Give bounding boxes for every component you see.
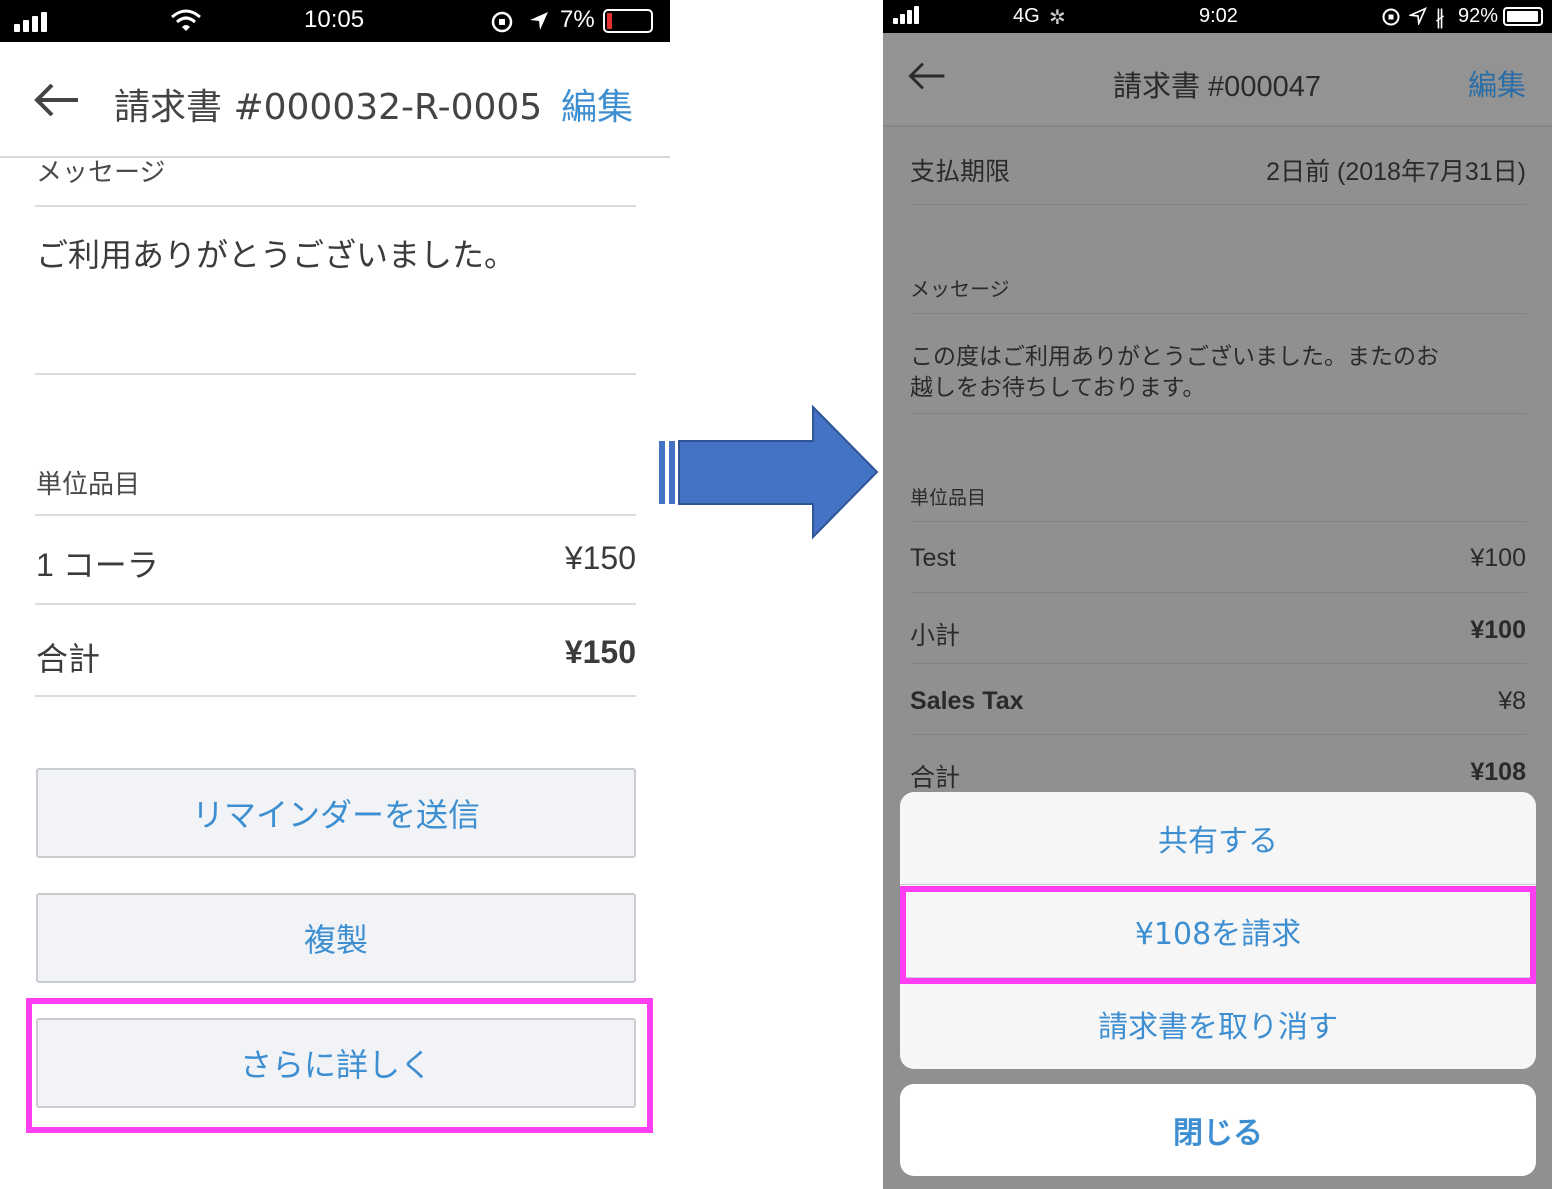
divider [910,204,1526,205]
transition-arrow-icon [659,405,879,540]
total-value: ¥108 [1470,758,1526,786]
orientation-lock-icon [491,11,513,33]
divider [35,695,636,697]
send-reminder-button[interactable]: リマインダーを送信 [36,768,636,858]
cancel-invoice-button[interactable]: 請求書を取り消す [900,978,1536,1070]
location-icon [530,12,548,30]
duplicate-button[interactable]: 複製 [36,893,636,983]
message-text: ご利用ありがとうございました。 [36,237,517,273]
items-label: 単位品目 [910,488,987,509]
page-title: 請求書 #000032-R-0005 [114,87,543,128]
message-text-line1: この度はご利用ありがとうございました。またのお [910,343,1439,369]
orientation-lock-icon [1382,8,1400,26]
signal-icon [893,6,923,24]
divider [910,413,1526,414]
subtotal-value: ¥100 [1470,616,1526,644]
total-label: 合計 [910,764,961,792]
divider [35,373,636,375]
tax-value: ¥8 [1498,687,1526,715]
edit-button[interactable]: 編集 [1468,62,1526,104]
nav-bar: 請求書 #000047 編集 [883,33,1552,127]
status-time: 9:02 [1199,5,1238,27]
left-screen: 10:05 7% 請求書 #000032-R-0005 編集 メッセージ ご利用… [0,0,670,1189]
nav-bar: 請求書 #000032-R-0005 編集 [0,42,670,158]
status-bar: 4G ✲ 9:02 ∦ 92% [883,0,1552,33]
due-date-label: 支払期限 [910,158,1011,186]
back-arrow-icon[interactable] [908,61,946,91]
page-title: 請求書 #000047 [1113,71,1321,103]
close-button[interactable]: 閉じる [900,1084,1536,1176]
divider [910,592,1526,593]
highlight-box [900,886,1536,984]
tax-label: Sales Tax [910,687,1024,715]
message-text-line2: 越しをお待ちしております。 [910,374,1206,400]
message-label: メッセージ [910,279,1010,301]
battery-icon [1503,7,1543,26]
item-name[interactable]: 1 コーラ [36,540,159,586]
divider [35,603,636,605]
due-date-value: 2日前 (2018年7月31日) [1266,158,1526,186]
divider [910,521,1526,522]
divider [910,663,1526,664]
message-label: メッセージ [36,158,166,188]
right-screen: 4G ✲ 9:02 ∦ 92% 請求書 #000047 編集 支払期限 2日前 … [883,0,1552,1189]
network-type: 4G [1013,5,1040,27]
item-price: ¥150 [564,540,636,576]
divider [35,205,636,207]
divider [910,734,1526,735]
subtotal-label: 小計 [910,622,961,650]
activity-icon: ✲ [1049,7,1066,29]
bluetooth-icon: ∦ [1435,7,1445,29]
highlight-box [26,998,653,1133]
battery-icon [603,9,653,33]
status-time: 10:05 [304,6,365,33]
battery-percent: 92% [1458,5,1499,27]
signal-icon [14,10,50,32]
edit-button[interactable]: 編集 [561,78,633,130]
location-icon [1409,7,1427,25]
status-bar: 10:05 7% [0,0,670,42]
divider [35,514,636,516]
back-arrow-icon[interactable] [34,82,80,118]
total-label: 合計 [36,641,101,677]
item-price: ¥100 [1470,544,1526,572]
items-label: 単位品目 [36,470,141,500]
divider [910,313,1526,314]
close-sheet: 閉じる [900,1084,1536,1176]
share-button[interactable]: 共有する [900,792,1536,884]
wifi-icon [171,9,201,31]
battery-percent: 7% [560,6,595,33]
item-name[interactable]: Test [910,544,956,573]
total-value: ¥150 [564,634,636,670]
